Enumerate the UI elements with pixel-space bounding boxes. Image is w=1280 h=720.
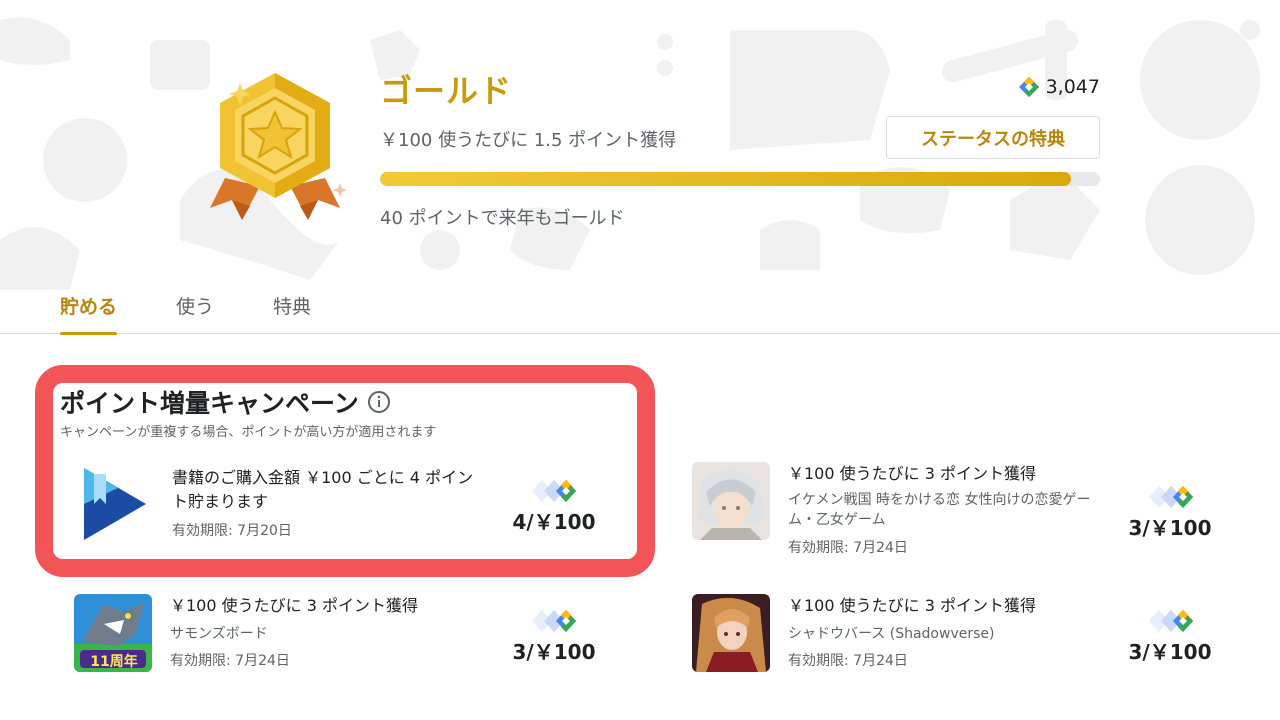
progress-note: 40 ポイントで来年もゴールド (380, 208, 625, 229)
points-rate-icon (1149, 486, 1193, 508)
campaign-section-title: ポイント増量キャンペーン (60, 384, 391, 420)
offer-item-ikemen-sengoku[interactable]: ￥100 使うたびに 3 ポイント獲得 イケメン戦国 時をかける恋 女性向けの恋… (692, 462, 1232, 562)
points-rate-icon (532, 610, 576, 632)
offer-app-name: サモンズボード (170, 626, 268, 642)
offer-rate: 3/￥100 (1128, 640, 1212, 664)
tab-use[interactable]: 使う (176, 292, 214, 335)
play-points-icon (1018, 77, 1039, 97)
offer-rate: 3/￥100 (512, 640, 596, 664)
campaign-subtitle: キャンペーンが重複する場合、ポイントが高い方が適用されます (60, 425, 437, 440)
offer-rate: 3/￥100 (1128, 516, 1212, 540)
offer-item-shadowverse[interactable]: ￥100 使うたびに 3 ポイント獲得 シャドウバース (Shadowverse… (692, 594, 1232, 674)
offer-expiry: 有効期限: 7月24日 (788, 653, 908, 669)
points-rate-icon (1149, 610, 1193, 632)
anniversary-badge: 11周年 (90, 654, 138, 670)
offer-item-books[interactable]: 書籍のご購入金額 ￥100 ごとに 4 ポイン ト貯まります 有効期限: 7月2… (76, 466, 616, 546)
tier-progress-bar (380, 172, 1100, 186)
offer-app-name: シャドウバース (Shadowverse) (788, 626, 995, 642)
gold-medal-icon (210, 73, 347, 220)
offer-rate: 4/￥100 (512, 510, 596, 534)
shadowverse-app-icon (692, 594, 770, 672)
offer-expiry: 有効期限: 7月24日 (170, 653, 290, 669)
offer-title: ￥100 使うたびに 3 ポイント獲得 (788, 596, 1036, 615)
offer-app-name: イケメン戦国 時をかける恋 女性向けの恋愛ゲー ム・乙女ゲーム (788, 490, 1090, 530)
status-header: ゴールド ￥100 使うたびに 1.5 ポイント獲得 40 ポイントで来年もゴー… (0, 0, 1280, 290)
offer-expiry: 有効期限: 7月24日 (788, 540, 908, 556)
points-balance: 3,047 (1018, 76, 1100, 98)
tier-title: ゴールド (380, 72, 513, 110)
offer-title-line1: 書籍のご購入金額 ￥100 ごとに 4 ポイン (172, 468, 474, 487)
offer-title: ￥100 使うたびに 3 ポイント獲得 (788, 464, 1036, 483)
status-benefits-button[interactable]: ステータスの特典 (886, 116, 1100, 159)
offer-title: ￥100 使うたびに 3 ポイント獲得 (170, 596, 418, 615)
offer-app-name-line1: イケメン戦国 時をかける恋 女性向けの恋愛ゲー (788, 492, 1091, 508)
points-rate-icon (532, 480, 576, 502)
tab-perks[interactable]: 特典 (273, 292, 311, 335)
tab-earn[interactable]: 貯める (60, 292, 118, 335)
tab-bar: 貯める 使う 特典 (0, 280, 1280, 335)
points-value: 3,047 (1045, 76, 1100, 98)
campaign-title-text: ポイント増量キャンペーン (60, 389, 359, 418)
ikemen-sengoku-app-icon (692, 462, 770, 540)
offer-item-summons-board[interactable]: 11周年 ￥100 使うたびに 3 ポイント獲得 サモンズボード 有効期限: 7… (74, 594, 614, 674)
tier-progress-fill (380, 172, 1072, 186)
offer-title-line2: ト貯まります (172, 492, 269, 511)
offer-title: 書籍のご購入金額 ￥100 ごとに 4 ポイン ト貯まります (172, 466, 473, 514)
play-books-icon (76, 466, 154, 544)
earn-rate-text: ￥100 使うたびに 1.5 ポイント獲得 (380, 130, 677, 151)
info-icon[interactable] (367, 390, 391, 414)
offer-expiry: 有効期限: 7月20日 (172, 523, 292, 539)
offer-app-name-line2: ム・乙女ゲーム (788, 512, 886, 528)
